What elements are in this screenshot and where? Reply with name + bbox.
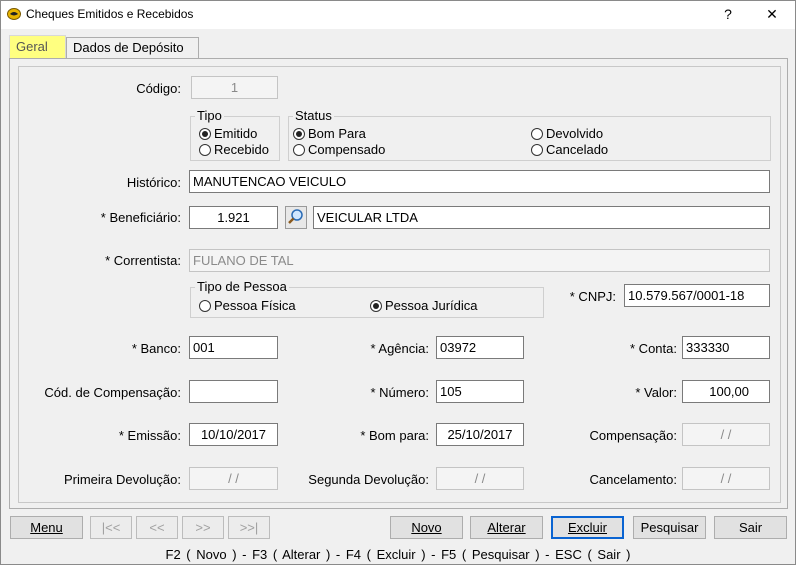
radio-cancelado[interactable]: Cancelado	[531, 142, 608, 158]
agencia-label: * Agência:	[370, 341, 429, 356]
cancelamento-label: Cancelamento:	[589, 472, 677, 487]
novo-button-label: Novo	[411, 520, 442, 535]
window-title: Cheques Emitidos e Recebidos	[26, 7, 194, 21]
tipo-group-title: Tipo	[195, 108, 224, 123]
next-record-button[interactable]: >>	[182, 516, 224, 539]
tab-dados-deposito[interactable]: Dados de Depósito	[66, 37, 199, 59]
radio-compensado[interactable]: Compensado	[293, 142, 385, 158]
menu-button[interactable]: Menu	[10, 516, 83, 539]
radio-checked-icon	[199, 128, 211, 140]
radio-pessoa-juridica-label: Pessoa Jurídica	[385, 298, 478, 313]
radio-pessoa-fisica[interactable]: Pessoa Física	[199, 298, 296, 314]
radio-unchecked-icon	[293, 144, 305, 156]
sair-button[interactable]: Sair	[714, 516, 787, 539]
segunda-devolucao-label: Segunda Devolução:	[308, 472, 429, 487]
beneficiario-code-field[interactable]: 1.921	[189, 206, 278, 229]
radio-recebido[interactable]: Recebido	[199, 142, 269, 158]
banco-label: * Banco:	[131, 341, 181, 356]
emissao-field[interactable]: 10/10/2017	[189, 423, 278, 446]
tipo-pessoa-title: Tipo de Pessoa	[195, 279, 289, 294]
novo-button[interactable]: Novo	[390, 516, 463, 539]
conta-label: * Conta:	[630, 341, 677, 356]
cod-compensacao-label: Cód. de Compensação:	[44, 385, 181, 400]
compensacao-field: / /	[682, 423, 770, 446]
historico-label: Histórico:	[126, 175, 181, 190]
status-group: Status Bom Para Compensado Devolvido Can…	[288, 108, 771, 161]
magnifier-icon	[288, 209, 303, 224]
radio-devolvido[interactable]: Devolvido	[531, 126, 603, 142]
help-button[interactable]: ?	[707, 1, 749, 29]
status-group-title: Status	[293, 108, 334, 123]
app-window: Cheques Emitidos e Recebidos ? ✕ Geral D…	[0, 0, 796, 565]
cnpj-field[interactable]: 10.579.567/0001-18	[624, 284, 770, 307]
pesquisar-button[interactable]: Pesquisar	[633, 516, 706, 539]
last-record-button[interactable]: >>|	[228, 516, 270, 539]
compensacao-label: Compensação:	[589, 428, 677, 443]
historico-field[interactable]: MANUTENCAO VEICULO	[189, 170, 770, 193]
tipo-pessoa-group: Tipo de Pessoa Pessoa Física Pessoa Jurí…	[190, 279, 544, 318]
alterar-button[interactable]: Alterar	[470, 516, 543, 539]
excluir-button[interactable]: Excluir	[551, 516, 624, 539]
radio-emitido-label: Emitido	[214, 126, 258, 141]
banco-field[interactable]: 001	[189, 336, 278, 359]
primeira-devolucao-field: / /	[189, 467, 278, 490]
radio-unchecked-icon	[531, 128, 543, 140]
emissao-label: * Emissão:	[118, 428, 181, 443]
bom-para-field[interactable]: 25/10/2017	[436, 423, 524, 446]
numero-field[interactable]: 105	[436, 380, 524, 403]
shortcuts-bar: F2 ( Novo ) - F3 ( Alterar ) - F4 ( Excl…	[165, 547, 631, 562]
agencia-field[interactable]: 03972	[436, 336, 524, 359]
radio-bom-para[interactable]: Bom Para	[293, 126, 366, 142]
beneficiario-label: * Beneficiário:	[100, 210, 181, 225]
bom-para-label: * Bom para:	[360, 428, 429, 443]
beneficiario-search-button[interactable]	[285, 206, 307, 229]
radio-bom-para-label: Bom Para	[308, 126, 366, 141]
cod-compensacao-field[interactable]	[189, 380, 278, 403]
cnpj-label: * CNPJ:	[569, 289, 616, 304]
correntista-field: FULANO DE TAL	[189, 249, 770, 272]
cancelamento-field: / /	[682, 467, 770, 490]
radio-pessoa-juridica[interactable]: Pessoa Jurídica	[370, 298, 478, 314]
radio-devolvido-label: Devolvido	[546, 126, 604, 141]
numero-label: * Número:	[370, 385, 429, 400]
beneficiario-name-field[interactable]: VEICULAR LTDA	[313, 206, 770, 229]
radio-unchecked-icon	[199, 300, 211, 312]
menu-button-label: Menu	[30, 520, 63, 535]
codigo-field: 1	[191, 76, 278, 99]
close-button[interactable]: ✕	[751, 1, 793, 29]
radio-unchecked-icon	[199, 144, 211, 156]
excluir-button-label: Excluir	[567, 520, 607, 535]
radio-cancelado-label: Cancelado	[546, 142, 609, 157]
tipo-group: Tipo Emitido Recebido	[190, 108, 280, 161]
valor-label: * Valor:	[635, 385, 677, 400]
radio-checked-icon	[293, 128, 305, 140]
close-icon: ✕	[766, 6, 778, 22]
first-record-button[interactable]: |<<	[90, 516, 132, 539]
radio-recebido-label: Recebido	[214, 142, 269, 157]
radio-unchecked-icon	[531, 144, 543, 156]
radio-pessoa-fisica-label: Pessoa Física	[214, 298, 296, 313]
radio-checked-icon	[370, 300, 382, 312]
title-bar: Cheques Emitidos e Recebidos ? ✕	[1, 1, 795, 29]
prev-record-button[interactable]: <<	[136, 516, 178, 539]
radio-compensado-label: Compensado	[308, 142, 386, 157]
codigo-label: Código:	[136, 81, 181, 96]
valor-field[interactable]: 100,00	[682, 380, 770, 403]
conta-field[interactable]: 333330	[682, 336, 770, 359]
segunda-devolucao-field: / /	[436, 467, 524, 490]
app-logo-icon	[7, 8, 21, 20]
radio-emitido[interactable]: Emitido	[199, 126, 257, 142]
tab-geral[interactable]: Geral	[9, 35, 66, 59]
alterar-button-label: Alterar	[487, 520, 526, 535]
primeira-devolucao-label: Primeira Devolução:	[63, 472, 181, 487]
correntista-label: * Correntista:	[105, 253, 181, 268]
